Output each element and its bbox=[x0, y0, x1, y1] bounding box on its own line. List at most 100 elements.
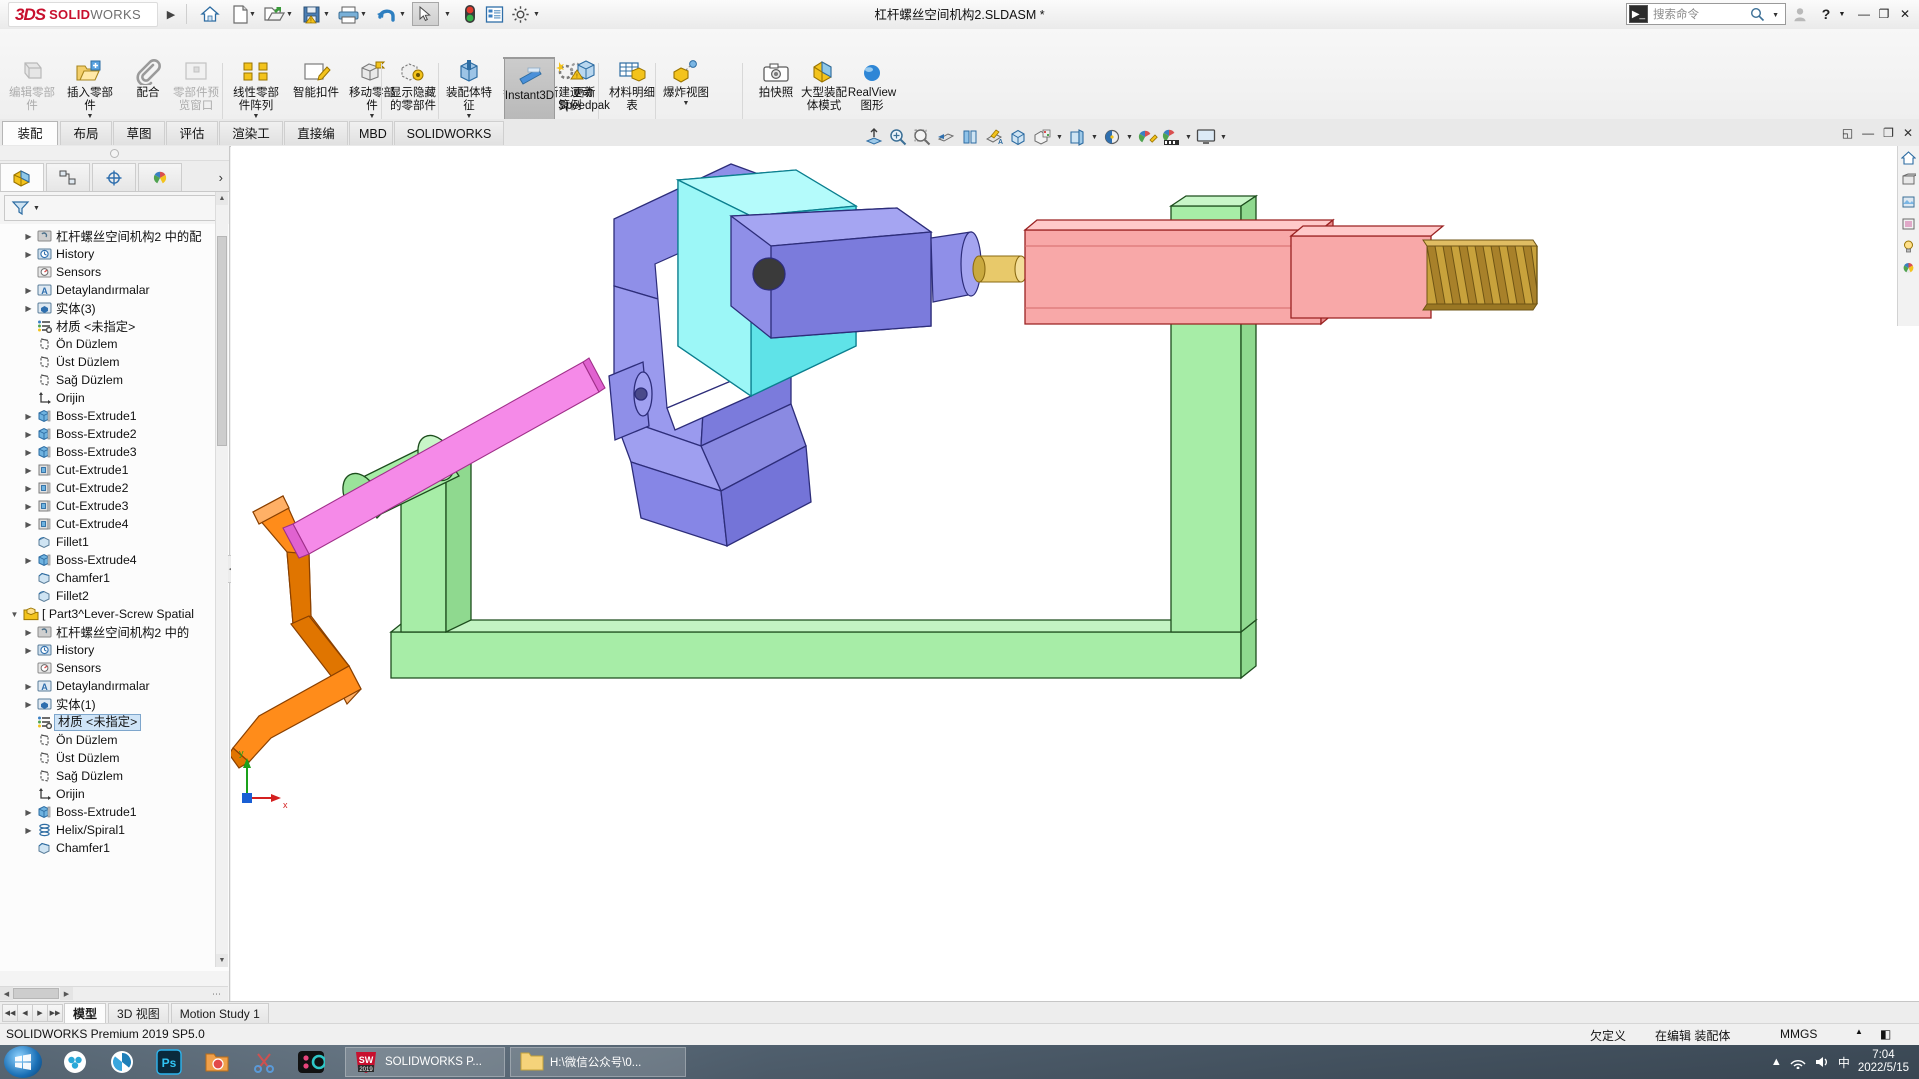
nav-last[interactable]: ▶▶ bbox=[47, 1004, 63, 1022]
restore-button[interactable]: ❐ bbox=[1873, 3, 1895, 25]
feature-manager-tab[interactable] bbox=[0, 163, 44, 191]
lights-cameras-icon[interactable] bbox=[1900, 237, 1918, 255]
tree-item[interactable]: ▶ 实体(3) bbox=[0, 299, 229, 317]
expand-arrow-icon[interactable]: ▶ bbox=[22, 515, 35, 533]
status-customize[interactable]: ◧ bbox=[1880, 1027, 1891, 1041]
decals-icon[interactable] bbox=[1900, 215, 1918, 233]
expand-arrow-icon[interactable]: ▶ bbox=[22, 623, 35, 641]
tree-item[interactable]: ▶ Boss-Extrude2 bbox=[0, 425, 229, 443]
graphics-area[interactable]: y x bbox=[231, 146, 1919, 1001]
taskbar-window-solidworks[interactable]: SW 2019 SOLIDWORKS P... bbox=[345, 1047, 505, 1077]
tree-item[interactable]: ▶ Cut-Extrude4 bbox=[0, 515, 229, 533]
tree-item[interactable]: Orijin bbox=[0, 389, 229, 407]
expand-arrow-icon[interactable]: ▶ bbox=[22, 479, 35, 497]
tree-item[interactable]: ▶ Helix/Spiral1 bbox=[0, 821, 229, 839]
tree-item[interactable]: ▶ Cut-Extrude3 bbox=[0, 497, 229, 515]
search-caret[interactable]: ▼ bbox=[1772, 12, 1779, 19]
expand-arrow-icon[interactable]: ▶ bbox=[22, 245, 35, 263]
tree-item[interactable]: ▶ 杠杆螺丝空间机构2 中的配 bbox=[0, 227, 229, 245]
scroll-down-arrow[interactable]: ▼ bbox=[216, 954, 228, 967]
view-home-icon[interactable] bbox=[1900, 149, 1918, 167]
doc-restore[interactable]: ❐ bbox=[1883, 126, 1894, 140]
tab-nav-arrows[interactable]: ◀◀ ◀ ▶ ▶▶ bbox=[2, 1004, 63, 1022]
tree-item[interactable]: Sağ Düzlem bbox=[0, 767, 229, 785]
tree-item[interactable]: Üst Düzlem bbox=[0, 749, 229, 767]
ribbon-realview-graphics[interactable]: RealView图形 bbox=[844, 59, 900, 113]
bottom-tab-3dviews[interactable]: 3D 视图 bbox=[108, 1002, 169, 1024]
tab-sketch[interactable]: 草图 bbox=[113, 121, 165, 145]
bottom-tab-model[interactable]: 模型 bbox=[64, 1002, 107, 1024]
tree-item[interactable]: ▶ 实体(1) bbox=[0, 695, 229, 713]
status-units[interactable]: MMGS bbox=[1780, 1027, 1817, 1041]
tree-item[interactable]: ▶ 杠杆螺丝空间机构2 中的 bbox=[0, 623, 229, 641]
scenes-icon[interactable] bbox=[1900, 193, 1918, 211]
ribbon-linear-component-pattern[interactable]: 线性零部件阵列 ▼ bbox=[228, 59, 284, 120]
expand-arrow-icon[interactable]: ▶ bbox=[22, 461, 35, 479]
taskbar-clock[interactable]: 7:04 2022/5/15 bbox=[1858, 1049, 1909, 1075]
tree-item[interactable]: ▶ Boss-Extrude4 bbox=[0, 551, 229, 569]
nav-prev[interactable]: ◀ bbox=[17, 1004, 33, 1022]
tab-evaluate[interactable]: 评估 bbox=[166, 121, 218, 145]
assembly-model-view[interactable]: y x bbox=[231, 146, 1919, 1001]
tab-mbd[interactable]: MBD bbox=[349, 121, 393, 145]
scroll-up-arrow[interactable]: ▲ bbox=[216, 192, 228, 205]
tree-item[interactable]: ▶ Boss-Extrude3 bbox=[0, 443, 229, 461]
expand-arrow-icon[interactable]: ▶ bbox=[22, 641, 35, 659]
tree-item[interactable]: Fillet2 bbox=[0, 587, 229, 605]
tab-layout[interactable]: 布局 bbox=[60, 121, 112, 145]
ribbon-smart-fasteners[interactable]: 智能扣件 bbox=[288, 59, 344, 100]
filter-caret[interactable]: ▼ bbox=[33, 205, 40, 212]
expand-arrow-icon[interactable]: ▶ bbox=[22, 299, 35, 317]
search-commands-box[interactable]: ▶_ 搜索命令 ▼ bbox=[1626, 3, 1786, 25]
custom-appearance-icon[interactable] bbox=[1900, 259, 1918, 277]
snipping-tool-icon[interactable] bbox=[247, 1048, 281, 1076]
expand-arrow-icon[interactable]: ▶ bbox=[22, 803, 35, 821]
expand-arrow-icon[interactable]: ▶ bbox=[22, 695, 35, 713]
folder-app-icon[interactable] bbox=[200, 1048, 234, 1076]
display-manager-tab[interactable] bbox=[138, 163, 182, 191]
expand-arrow-icon[interactable]: ▶ bbox=[22, 443, 35, 461]
expand-arrow-icon[interactable]: ▶ bbox=[22, 677, 35, 695]
tree-item[interactable]: 材质 <未指定> bbox=[0, 713, 229, 731]
tree-item[interactable]: Ön Düzlem bbox=[0, 731, 229, 749]
help-caret[interactable]: ▼ bbox=[1831, 3, 1853, 25]
browser-icon[interactable] bbox=[58, 1048, 92, 1076]
tab-direct-edit[interactable]: 直接编辑 bbox=[284, 121, 348, 165]
tree-item[interactable]: ▶ History bbox=[0, 245, 229, 263]
ribbon-assembly-features[interactable]: 装配体特征 ▼ bbox=[441, 59, 497, 120]
tree-item[interactable]: ▶ Boss-Extrude1 bbox=[0, 407, 229, 425]
ribbon-exploded-view[interactable]: 爆炸视图 ▼ bbox=[658, 59, 714, 107]
ribbon-instant3d[interactable]: Instant3D bbox=[502, 62, 557, 103]
tree-item[interactable]: Sağ Düzlem bbox=[0, 371, 229, 389]
minimize-button[interactable]: — bbox=[1853, 3, 1875, 25]
hscroll-thumb[interactable] bbox=[13, 988, 59, 999]
expand-arrow-icon[interactable]: ▶ bbox=[22, 281, 35, 299]
tree-item[interactable]: Ön Düzlem bbox=[0, 335, 229, 353]
feature-tree[interactable]: ▶ 杠杆螺丝空间机构2 中的配 ▶ History Sensors ▶ A Detayland… bbox=[0, 224, 229, 971]
tree-item[interactable]: ▶ History bbox=[0, 641, 229, 659]
doc-close[interactable]: ✕ bbox=[1903, 126, 1913, 140]
doc-minimize[interactable]: — bbox=[1862, 126, 1874, 140]
expand-arrow-icon[interactable]: ▶ bbox=[22, 821, 35, 839]
media-player-icon[interactable] bbox=[105, 1048, 139, 1076]
tree-horizontal-scrollbar[interactable]: ◀ ▶ ⋯ bbox=[0, 986, 228, 1001]
tree-item[interactable]: ▶ Cut-Extrude2 bbox=[0, 479, 229, 497]
tree-item[interactable]: ▶ Cut-Extrude1 bbox=[0, 461, 229, 479]
tree-item[interactable]: ▶ A Detaylandırmalar bbox=[0, 677, 229, 695]
appearances-icon[interactable] bbox=[1900, 171, 1918, 189]
tree-item[interactable]: ▶ Boss-Extrude1 bbox=[0, 803, 229, 821]
ribbon-dropdown-caret[interactable]: ▼ bbox=[683, 100, 690, 107]
tree-item[interactable]: ▼ [ Part3^Lever-Screw Spatial bbox=[0, 605, 229, 623]
tree-item[interactable]: Chamfer1 bbox=[0, 839, 229, 857]
ribbon-component-preview[interactable]: 零部件预览窗口 bbox=[168, 59, 224, 113]
tree-vertical-scrollbar[interactable]: ▲ ▼ bbox=[215, 192, 228, 967]
bottom-tab-motion-study[interactable]: Motion Study 1 bbox=[170, 1002, 269, 1024]
tab-solidworks-addins[interactable]: SOLIDWORKS 插件 bbox=[394, 121, 504, 165]
recorder-icon[interactable] bbox=[294, 1048, 328, 1076]
tree-item[interactable]: 材质 <未指定> bbox=[0, 317, 229, 335]
tree-item[interactable]: ▶ A Detaylandırmalar bbox=[0, 281, 229, 299]
ribbon-bill-of-materials[interactable]: 材料明细表 bbox=[604, 59, 660, 113]
expand-arrow-icon[interactable]: ▶ bbox=[22, 425, 35, 443]
tree-item[interactable]: Sensors bbox=[0, 263, 229, 281]
status-units-caret[interactable]: ▲ bbox=[1855, 1027, 1863, 1036]
